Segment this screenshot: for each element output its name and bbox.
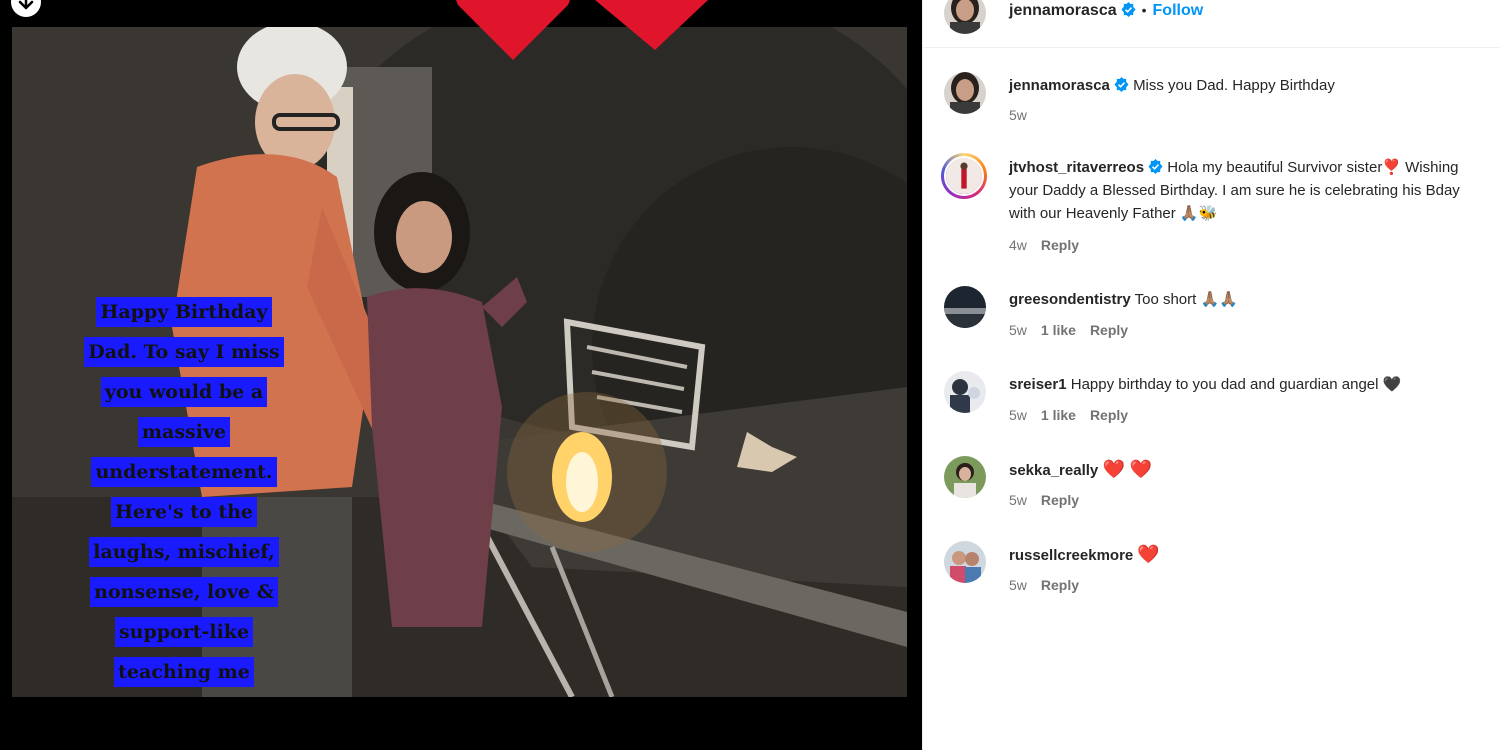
reply-button[interactable]: Reply: [1090, 407, 1128, 423]
comment-text: Miss you Dad. Happy Birthday: [1133, 77, 1335, 94]
likes-count[interactable]: 1 like: [1041, 407, 1076, 423]
comment-username[interactable]: sekka_really: [1009, 462, 1098, 479]
comment-text: Too short 🙏🏽🙏🏽: [1134, 291, 1238, 308]
comment-username[interactable]: jennamorasca: [1009, 77, 1110, 94]
comment-text-line: russellcreekmore ❤️: [1009, 543, 1479, 567]
comment-time[interactable]: 4w: [1009, 237, 1027, 253]
reply-button[interactable]: Reply: [1041, 577, 1079, 593]
heart-icon: [456, 0, 570, 60]
follow-button[interactable]: Follow: [1153, 2, 1204, 19]
media-bottom-bar: [0, 697, 922, 750]
verified-badge-icon: [1121, 2, 1136, 17]
header-username[interactable]: jennamorasca: [1009, 2, 1117, 19]
comment-time[interactable]: 5w: [1009, 492, 1027, 508]
comment-username[interactable]: greesondentistry: [1009, 291, 1131, 308]
comment-meta: 4w Reply: [1009, 237, 1093, 253]
verified-badge-icon: [1148, 159, 1163, 174]
comment-time[interactable]: 5w: [1009, 107, 1027, 123]
verified-badge-icon: [1114, 77, 1129, 92]
comment-username[interactable]: sreiser1: [1009, 376, 1067, 393]
comment-meta: 5w 1 like Reply: [1009, 407, 1142, 423]
comment-meta: 5w 1 like Reply: [1009, 322, 1142, 338]
avatar[interactable]: [944, 371, 986, 413]
comment-text-line: jtvhost_ritaverreos Hola my beautiful Su…: [1009, 156, 1479, 225]
post-header: jennamorasca • Follow: [923, 0, 1500, 48]
likes-count[interactable]: 1 like: [1041, 322, 1076, 338]
comment-text-line: greesondentistry Too short 🙏🏽🙏🏽: [1009, 288, 1479, 311]
comment-text-line: sekka_really ❤️ ❤️: [1009, 458, 1479, 482]
avatar[interactable]: [944, 456, 986, 498]
avatar[interactable]: [944, 286, 986, 328]
story-text-overlay: Happy Birthday Dad. To say I miss you wo…: [78, 292, 290, 692]
comment-time[interactable]: 5w: [1009, 322, 1027, 338]
comments-panel: jennamorasca • Follow jennamorasca Miss yo…: [922, 0, 1500, 750]
header-separator: •: [1141, 2, 1147, 18]
comment-text: ❤️ ❤️: [1102, 459, 1153, 479]
comment-text-line: sreiser1 Happy birthday to you dad and g…: [1009, 373, 1479, 396]
comment-username[interactable]: jtvhost_ritaverreos: [1009, 159, 1144, 176]
story-text: Happy Birthday Dad. To say I miss you wo…: [84, 297, 284, 687]
comment-username[interactable]: russellcreekmore: [1009, 547, 1133, 564]
avatar[interactable]: [944, 0, 986, 34]
post-media: Happy Birthday Dad. To say I miss you wo…: [0, 0, 922, 750]
comment-text-line: jennamorasca Miss you Dad. Happy Birthda…: [1009, 74, 1479, 97]
comment-meta: 5w Reply: [1009, 492, 1093, 508]
avatar[interactable]: [941, 153, 987, 199]
header-user-line: jennamorasca • Follow: [1009, 2, 1203, 20]
comment-time[interactable]: 5w: [1009, 407, 1027, 423]
reply-button[interactable]: Reply: [1090, 322, 1128, 338]
comment-meta: 5w Reply: [1009, 577, 1093, 593]
comment-text: ❤️: [1137, 544, 1160, 564]
reply-button[interactable]: Reply: [1041, 237, 1079, 253]
comment-text: Happy birthday to you dad and guardian a…: [1070, 376, 1402, 393]
download-icon[interactable]: [10, 0, 42, 18]
comment-meta: 5w: [1009, 107, 1041, 123]
avatar[interactable]: [944, 72, 986, 114]
avatar[interactable]: [944, 541, 986, 583]
heart-icon: [595, 0, 708, 50]
reply-button[interactable]: Reply: [1041, 492, 1079, 508]
comment-time[interactable]: 5w: [1009, 577, 1027, 593]
